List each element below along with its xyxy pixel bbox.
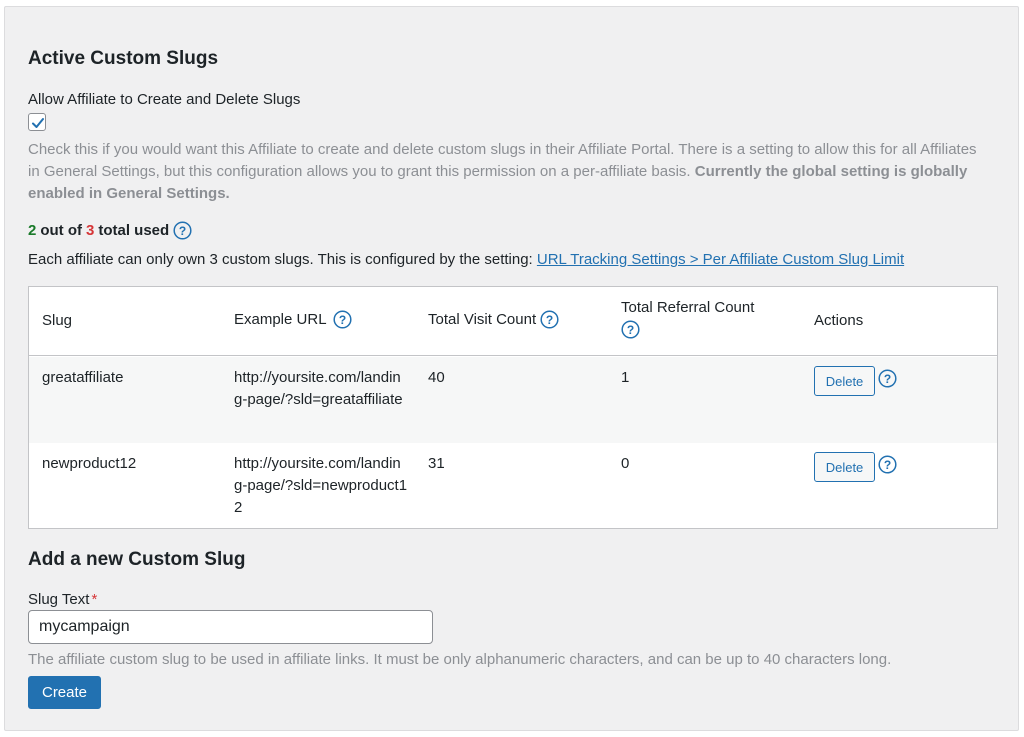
table-row: newproduct12 http://yoursite.com/landing…	[29, 443, 997, 529]
column-header-slug: Slug	[42, 312, 73, 329]
slug-text-input[interactable]	[28, 610, 433, 644]
slug-usage-summary: 2 out of 3 total used ?	[28, 221, 192, 240]
delete-button[interactable]: Delete	[814, 366, 875, 396]
column-header-visit-count-cell: Total Visit Count ?	[428, 310, 559, 329]
limit-settings-link[interactable]: URL Tracking Settings > Per Affiliate Cu…	[537, 251, 904, 268]
usage-total-count: 3	[86, 222, 95, 239]
column-header-example-url: Example URL	[234, 311, 327, 328]
permission-label: Allow Affiliate to Create and Delete Slu…	[28, 91, 301, 108]
help-circle-icon[interactable]: ?	[332, 310, 352, 329]
create-button[interactable]: Create	[28, 676, 101, 709]
slug-cell: newproduct12	[42, 455, 137, 472]
referral-count-cell: 1	[621, 369, 630, 386]
table-row: greataffiliate http://yoursite.com/landi…	[29, 357, 997, 443]
help-circle-icon[interactable]: ?	[540, 310, 559, 329]
column-header-referral-count: Total Referral Count	[621, 299, 755, 316]
slug-limit-note: Each affiliate can only own 3 custom slu…	[28, 251, 904, 268]
column-header-referral-count-cell: Total Referral Count ?	[621, 299, 754, 339]
column-header-example-url-cell: Example URL ?	[234, 310, 352, 329]
limit-note-text: Each affiliate can only own 3 custom slu…	[28, 251, 537, 268]
custom-slugs-table: Slug Example URL ? Total Visit Count ? T…	[28, 286, 998, 529]
table-header: Slug Example URL ? Total Visit Count ? T…	[29, 287, 997, 356]
column-header-actions: Actions	[814, 312, 864, 329]
referral-count-cell: 0	[621, 455, 630, 472]
usage-total-used-text: total used	[98, 222, 170, 239]
slug-text-label-text: Slug Text	[28, 591, 90, 608]
example-url-cell: http://yoursite.com/landing-page/?sld=ne…	[234, 455, 408, 516]
section-title: Active Custom Slugs	[28, 48, 219, 69]
permission-description: Check this if you would want this Affili…	[28, 139, 988, 205]
slug-text-label: Slug Text *	[28, 591, 97, 608]
svg-text:?: ?	[884, 458, 891, 472]
usage-out-of-text: out of	[40, 222, 82, 239]
permission-checkbox[interactable]	[28, 113, 46, 131]
svg-text:?: ?	[179, 224, 186, 238]
help-circle-icon[interactable]: ?	[621, 320, 640, 339]
column-header-visit-count: Total Visit Count	[428, 311, 537, 328]
help-circle-icon[interactable]: ?	[878, 369, 897, 388]
help-circle-icon[interactable]: ?	[878, 455, 897, 474]
help-circle-icon[interactable]: ?	[173, 221, 192, 240]
svg-text:?: ?	[338, 313, 345, 327]
required-marker: *	[91, 591, 98, 608]
slug-cell: greataffiliate	[42, 369, 124, 386]
slug-text-hint: The affiliate custom slug to be used in …	[28, 651, 892, 668]
add-slug-title: Add a new Custom Slug	[28, 549, 246, 570]
svg-text:?: ?	[627, 323, 634, 337]
custom-slugs-panel: Active Custom Slugs Allow Affiliate to C…	[4, 6, 1019, 731]
visit-count-cell: 31	[428, 455, 445, 472]
visit-count-cell: 40	[428, 369, 445, 386]
check-icon	[32, 118, 44, 128]
svg-text:?: ?	[546, 313, 553, 327]
delete-button[interactable]: Delete	[814, 452, 875, 482]
example-url-cell: http://yoursite.com/landing-page/?sld=gr…	[234, 369, 403, 408]
usage-used-count: 2	[28, 222, 37, 239]
svg-text:?: ?	[884, 372, 891, 386]
